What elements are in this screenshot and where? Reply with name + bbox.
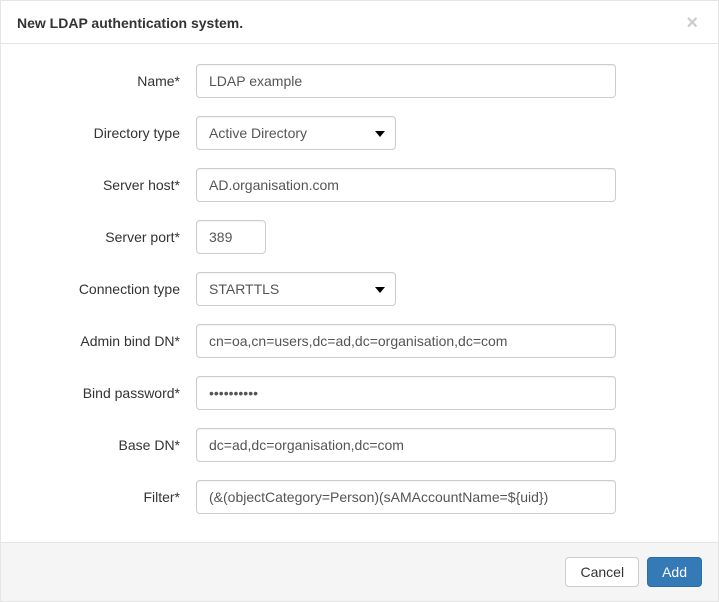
row-server-host: Server host* [21, 168, 698, 202]
label-filter: Filter* [21, 489, 196, 505]
label-directory-type: Directory type [21, 125, 196, 141]
row-filter: Filter* [21, 480, 698, 514]
add-button[interactable]: Add [647, 557, 702, 587]
server-host-input[interactable] [196, 168, 616, 202]
connection-type-value: STARTTLS [209, 281, 279, 297]
label-bind-password: Bind password* [21, 385, 196, 401]
cancel-button[interactable]: Cancel [565, 557, 639, 587]
modal-body: Name* Directory type Active Directory Se… [1, 44, 718, 542]
row-name: Name* [21, 64, 698, 98]
admin-bind-dn-input[interactable] [196, 324, 616, 358]
label-server-host: Server host* [21, 177, 196, 193]
server-port-input[interactable] [196, 220, 266, 254]
directory-type-value: Active Directory [209, 125, 307, 141]
ldap-auth-modal: New LDAP authentication system. × Name* … [0, 0, 719, 602]
label-server-port: Server port* [21, 229, 196, 245]
row-bind-password: Bind password* [21, 376, 698, 410]
label-connection-type: Connection type [21, 281, 196, 297]
row-directory-type: Directory type Active Directory [21, 116, 698, 150]
modal-header: New LDAP authentication system. × [1, 1, 718, 44]
label-admin-bind-dn: Admin bind DN* [21, 333, 196, 349]
close-button[interactable]: × [682, 13, 702, 33]
label-name: Name* [21, 73, 196, 89]
name-input[interactable] [196, 64, 616, 98]
base-dn-input[interactable] [196, 428, 616, 462]
label-base-dn: Base DN* [21, 437, 196, 453]
modal-title: New LDAP authentication system. [17, 15, 243, 31]
bind-password-input[interactable] [196, 376, 616, 410]
row-base-dn: Base DN* [21, 428, 698, 462]
filter-input[interactable] [196, 480, 616, 514]
row-server-port: Server port* [21, 220, 698, 254]
modal-footer: Cancel Add [1, 542, 718, 601]
row-connection-type: Connection type STARTTLS [21, 272, 698, 306]
row-admin-bind-dn: Admin bind DN* [21, 324, 698, 358]
connection-type-select[interactable]: STARTTLS [196, 272, 396, 306]
directory-type-select[interactable]: Active Directory [196, 116, 396, 150]
